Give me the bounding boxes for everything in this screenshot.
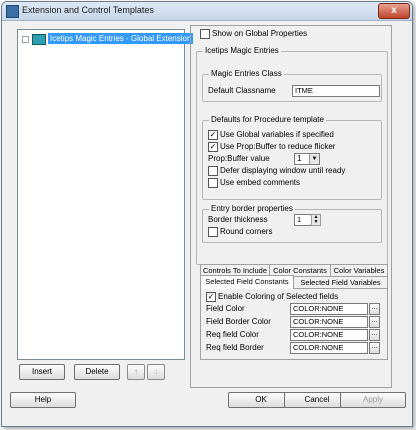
prop-buffer-value: 1 <box>297 154 302 163</box>
use-global-label: Use Global variables if specified <box>220 130 334 139</box>
extension-icon <box>32 34 46 45</box>
insert-button[interactable]: Insert <box>19 364 65 380</box>
default-classname-label: Default Classname <box>208 86 276 95</box>
border-thickness-input[interactable]: 1 <box>294 214 312 226</box>
dialog-window: Extension and Control Templates x Icetip… <box>1 1 413 427</box>
tab-selected-field-variables[interactable]: Selected Field Variables <box>293 276 388 288</box>
default-classname-input[interactable]: ITME <box>292 85 380 97</box>
chevron-down-icon[interactable]: ▼ <box>309 154 319 164</box>
help-button[interactable]: Help <box>10 392 76 408</box>
move-down-button[interactable]: ↓ <box>147 364 165 380</box>
group-class-title: Magic Entries Class <box>209 69 284 78</box>
req-field-color-input[interactable]: COLOR:NONE <box>290 329 368 341</box>
prop-buffer-value-label: Prop:Buffer value <box>208 154 270 163</box>
group-magic-entries-title: Icetips Magic Entries <box>203 46 281 55</box>
req-field-border-input[interactable]: COLOR:NONE <box>290 342 368 354</box>
field-border-color-picker-button[interactable]: ... <box>369 316 380 328</box>
apply-button[interactable]: Apply <box>340 392 406 408</box>
defer-display-label: Defer displaying window until ready <box>220 166 346 175</box>
tab-selected-field-constants[interactable]: Selected Field Constants <box>200 275 294 289</box>
move-up-button[interactable]: ↑ <box>127 364 145 380</box>
round-corners-label: Round corners <box>220 227 273 236</box>
round-corners-checkbox[interactable] <box>208 227 218 237</box>
group-border-title: Entry border properties <box>209 204 295 213</box>
border-thickness-label: Border thickness <box>208 215 268 224</box>
enable-coloring-label: Enable Coloring of Selected fields <box>218 292 339 301</box>
req-field-color-label: Req field Color <box>206 330 259 339</box>
template-tree[interactable]: Icetips Magic Entries - Global Extension <box>17 29 194 360</box>
title-bar: Extension and Control Templates x <box>2 2 412 21</box>
req-field-color-picker-button[interactable]: ... <box>369 329 380 341</box>
req-field-border-label: Req field Border <box>206 343 264 352</box>
use-global-checkbox[interactable]: ✓ <box>208 130 218 140</box>
field-color-picker-button[interactable]: ... <box>369 303 380 315</box>
show-global-label: Show on Global Properties <box>212 29 308 38</box>
field-border-color-label: Field Border Color <box>206 317 271 326</box>
embed-comments-checkbox[interactable] <box>208 178 218 188</box>
field-color-label: Field Color <box>206 304 245 313</box>
spin-buttons-icon[interactable]: ▲ ▼ <box>311 214 321 226</box>
tab-color-variables[interactable]: Color Variables <box>330 264 388 276</box>
show-global-checkbox[interactable] <box>200 29 210 39</box>
group-defaults-title: Defaults for Procedure template <box>209 115 326 124</box>
use-prop-buffer-checkbox[interactable]: ✓ <box>208 142 218 152</box>
tree-item-label[interactable]: Icetips Magic Entries - Global Extension <box>48 33 194 44</box>
field-color-input[interactable]: COLOR:NONE <box>290 303 368 315</box>
close-button[interactable]: x <box>378 3 410 19</box>
use-prop-buffer-label: Use Prop:Buffer to reduce flicker <box>220 142 336 151</box>
defer-display-checkbox[interactable] <box>208 166 218 176</box>
field-border-color-input[interactable]: COLOR:NONE <box>290 316 368 328</box>
delete-button[interactable]: Delete <box>74 364 120 380</box>
embed-comments-label: Use embed comments <box>220 178 301 187</box>
tree-expander-icon[interactable] <box>22 36 29 43</box>
req-field-border-picker-button[interactable]: ... <box>369 342 380 354</box>
app-icon <box>6 5 19 18</box>
enable-coloring-checkbox[interactable]: ✓ <box>206 292 216 302</box>
prop-buffer-select[interactable]: 1 ▼ <box>294 153 320 165</box>
window-title: Extension and Control Templates <box>22 5 154 15</box>
